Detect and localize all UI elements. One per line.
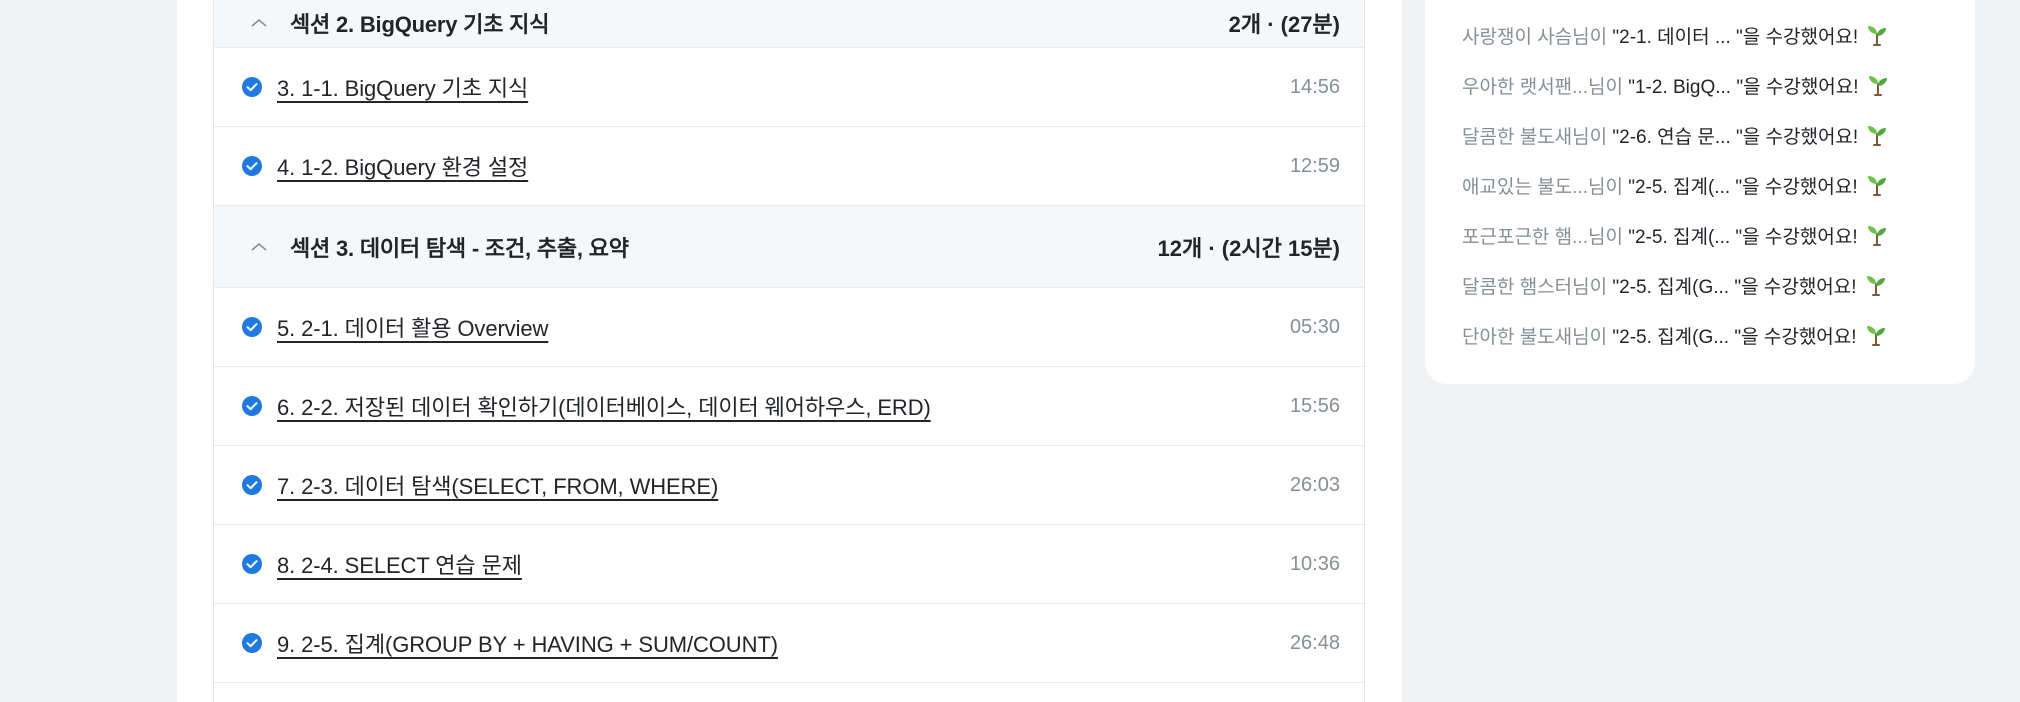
feed-item: 달콤한 햄스터님이 "2-5. 집계(G... "을 수강했어요! <box>1462 260 1942 310</box>
lecture-item[interactable]: 9. 2-5. 집계(GROUP BY + HAVING + SUM/COUNT… <box>214 604 1364 683</box>
chevron-up-icon[interactable] <box>244 8 274 38</box>
feed-user: 사랑쟁이 사슴님이 <box>1462 26 1608 48</box>
feed-text: "2-6. 연습 문... "을 수강했어요! <box>1612 126 1859 148</box>
check-circle-icon <box>242 77 262 97</box>
feed-text: "2-5. 집계(G... "을 수강했어요! <box>1612 276 1857 298</box>
lecture-duration: 15:56 <box>1289 394 1340 417</box>
feed-text: "2-1. 데이터 ... "을 수강했어요! <box>1612 26 1859 48</box>
lecture-title[interactable]: 6. 2-2. 저장된 데이터 확인하기(데이터베이스, 데이터 웨어하우스, … <box>277 390 1290 422</box>
check-circle-icon <box>242 475 262 495</box>
feed-text: "2-5. 집계(... "을 수강했어요! <box>1628 226 1858 248</box>
feed-user: 달콤한 햄스터님이 <box>1462 276 1608 298</box>
lecture-duration: 10:36 <box>1289 552 1340 575</box>
lecture-duration: 05:30 <box>1289 315 1340 338</box>
sprout-icon <box>1867 226 1886 246</box>
lecture-item[interactable]: 8. 2-4. SELECT 연습 문제 10:36 <box>214 525 1364 604</box>
check-circle-icon <box>242 633 262 653</box>
lecture-duration: 26:03 <box>1289 473 1340 496</box>
section-title: 섹션 2. BigQuery 기초 지식 <box>290 11 550 37</box>
feed-user: 포근포근한 햄...님이 <box>1462 226 1623 248</box>
check-circle-icon <box>242 156 262 176</box>
feed-text: "2-5. 집계(G... "을 수강했어요! <box>1612 326 1857 348</box>
feed-item: 사랑쟁이 사슴님이 "2-1. 데이터 ... "을 수강했어요! <box>1462 10 1942 60</box>
feed-item: 포근포근한 햄...님이 "2-5. 집계(... "을 수강했어요! <box>1462 210 1942 260</box>
sprout-icon <box>1866 326 1885 346</box>
feed-item: 단아한 불도새님이 "2-5. 집계(G... "을 수강했어요! <box>1462 310 1942 360</box>
section-meta: 12개 · (2시간 15분) <box>1157 235 1340 261</box>
section-meta: 2개 · (27분) <box>1228 11 1340 37</box>
curriculum-list: 섹션 2. BigQuery 기초 지식 2개 · (27분) 3. 1-1. … <box>213 0 1365 702</box>
section-header[interactable]: 섹션 2. BigQuery 기초 지식 2개 · (27분) <box>214 0 1364 48</box>
sprout-icon <box>1868 76 1887 96</box>
lecture-item[interactable]: 3. 1-1. BigQuery 기초 지식 14:56 <box>214 48 1364 127</box>
sprout-icon <box>1867 176 1886 196</box>
feed-user: 우아한 랫서팬...님이 <box>1462 76 1623 98</box>
lecture-item[interactable]: 5. 2-1. 데이터 활용 Overview 05:30 <box>214 288 1364 367</box>
lecture-title[interactable]: 7. 2-3. 데이터 탐색(SELECT, FROM, WHERE) <box>277 469 1290 501</box>
sprout-icon <box>1868 126 1887 146</box>
feed-user: 애교있는 불도...님이 <box>1462 176 1623 198</box>
lecture-title[interactable]: 9. 2-5. 집계(GROUP BY + HAVING + SUM/COUNT… <box>277 627 1290 659</box>
check-circle-icon <box>242 317 262 337</box>
lecture-duration: 12:59 <box>1289 154 1340 177</box>
lecture-item[interactable]: 4. 1-2. BigQuery 환경 설정 12:59 <box>214 127 1364 206</box>
feed-item: 우아한 랫서팬...님이 "1-2. BigQ... "을 수강했어요! <box>1462 60 1942 110</box>
section-title: 섹션 3. 데이터 탐색 - 조건, 추출, 요약 <box>290 235 629 261</box>
chevron-up-icon[interactable] <box>244 232 274 262</box>
feed-user: 달콤한 불도새님이 <box>1462 126 1608 148</box>
lecture-item[interactable]: 7. 2-3. 데이터 탐색(SELECT, FROM, WHERE) 26:0… <box>214 446 1364 525</box>
lecture-title[interactable]: 8. 2-4. SELECT 연습 문제 <box>277 548 1290 580</box>
activity-feed: 사랑쟁이 사슴님이 "2-1. 데이터 ... "을 수강했어요! 우아한 랫서… <box>1462 10 1942 360</box>
section-header[interactable]: 섹션 3. 데이터 탐색 - 조건, 추출, 요약 12개 · (2시간 15분… <box>214 206 1364 288</box>
sprout-icon <box>1866 276 1885 296</box>
feed-text: "1-2. BigQ... "을 수강했어요! <box>1628 76 1859 98</box>
lecture-item[interactable]: 6. 2-2. 저장된 데이터 확인하기(데이터베이스, 데이터 웨어하우스, … <box>214 367 1364 446</box>
lecture-title[interactable]: 3. 1-1. BigQuery 기초 지식 <box>277 71 1290 103</box>
lecture-duration: 14:56 <box>1289 75 1340 98</box>
check-circle-icon <box>242 396 262 416</box>
sprout-icon <box>1868 26 1887 46</box>
feed-item: 애교있는 불도...님이 "2-5. 집계(... "을 수강했어요! <box>1462 160 1942 210</box>
lecture-title[interactable]: 4. 1-2. BigQuery 환경 설정 <box>277 150 1290 182</box>
feed-user: 단아한 불도새님이 <box>1462 326 1608 348</box>
lecture-duration: 26:48 <box>1289 631 1340 654</box>
check-circle-icon <box>242 554 262 574</box>
feed-text: "2-5. 집계(... "을 수강했어요! <box>1628 176 1858 198</box>
lecture-title[interactable]: 5. 2-1. 데이터 활용 Overview <box>277 311 1290 343</box>
feed-item: 달콤한 불도새님이 "2-6. 연습 문... "을 수강했어요! <box>1462 110 1942 160</box>
